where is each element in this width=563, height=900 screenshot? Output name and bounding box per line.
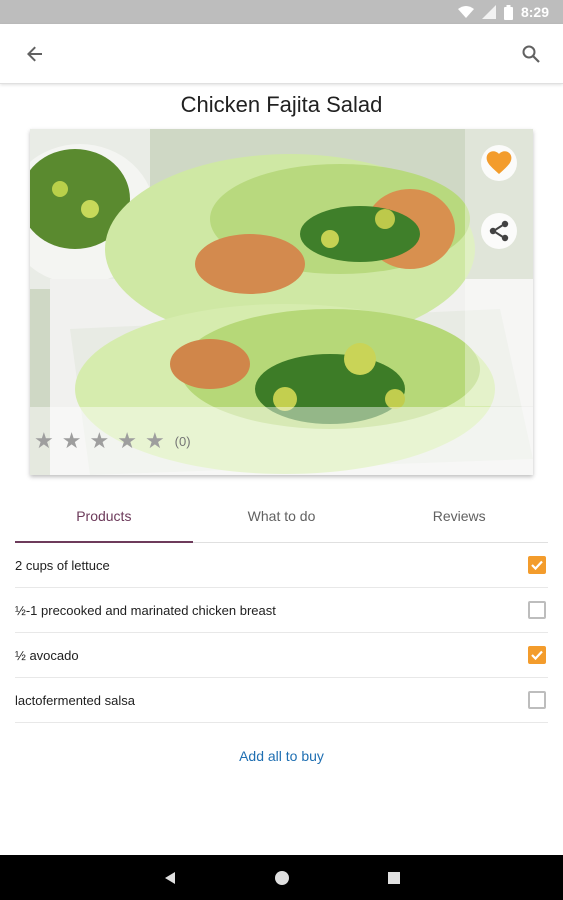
rating-stars[interactable]: ★ ★ ★ ★ ★ (0) xyxy=(34,430,191,452)
product-checkbox[interactable] xyxy=(528,646,546,664)
search-icon xyxy=(522,45,540,63)
tab-products[interactable]: Products xyxy=(15,490,193,543)
back-button[interactable] xyxy=(15,34,55,74)
signal-icon xyxy=(481,5,496,19)
star-icon[interactable]: ★ xyxy=(34,430,54,452)
list-item[interactable]: 2 cups of lettuce xyxy=(15,543,548,588)
list-item[interactable]: ½-1 precooked and marinated chicken brea… xyxy=(15,588,548,633)
check-icon xyxy=(531,560,543,571)
product-checkbox[interactable] xyxy=(528,601,546,619)
search-button[interactable] xyxy=(511,34,551,74)
nav-recents-icon[interactable] xyxy=(387,871,401,885)
app-bar xyxy=(0,24,563,84)
heart-icon xyxy=(486,151,512,174)
wifi-icon xyxy=(457,6,474,18)
recipe-title: Chicken Fajita Salad xyxy=(180,92,383,117)
list-item[interactable]: ½ avocado xyxy=(15,633,548,678)
products-list: 2 cups of lettuce ½-1 precooked and mari… xyxy=(15,543,548,723)
rating-bar: ★ ★ ★ ★ ★ (0) xyxy=(30,407,533,475)
star-icon[interactable]: ★ xyxy=(145,430,165,452)
nav-back-icon[interactable] xyxy=(163,871,177,885)
status-time: 8:29 xyxy=(520,4,549,20)
recipe-tabs: Products What to do Reviews xyxy=(15,490,548,543)
nav-home-icon[interactable] xyxy=(273,869,291,887)
status-bar: 8:29 xyxy=(0,0,563,24)
product-text: lactofermented salsa xyxy=(15,692,135,708)
product-text: ½-1 precooked and marinated chicken brea… xyxy=(15,602,276,618)
add-all-to-buy-button[interactable]: Add all to buy xyxy=(0,748,563,764)
share-button[interactable] xyxy=(481,213,517,249)
tab-reviews[interactable]: Reviews xyxy=(370,490,548,542)
battery-icon xyxy=(503,4,513,20)
product-text: ½ avocado xyxy=(15,647,79,663)
list-item[interactable]: lactofermented salsa xyxy=(15,678,548,723)
arrow-back-icon xyxy=(27,46,42,62)
star-icon[interactable]: ★ xyxy=(62,430,82,452)
share-icon xyxy=(489,220,509,242)
tab-what-to-do[interactable]: What to do xyxy=(193,490,371,542)
recipe-image: ★ ★ ★ ★ ★ (0) xyxy=(30,129,533,475)
product-checkbox[interactable] xyxy=(528,556,546,574)
system-nav-bar xyxy=(0,855,563,900)
product-text: 2 cups of lettuce xyxy=(15,557,110,573)
favorite-button[interactable] xyxy=(481,145,517,181)
rating-count: (0) xyxy=(174,433,191,449)
star-icon[interactable]: ★ xyxy=(89,430,109,452)
check-icon xyxy=(531,650,543,661)
star-icon[interactable]: ★ xyxy=(117,430,137,452)
product-checkbox[interactable] xyxy=(528,691,546,709)
